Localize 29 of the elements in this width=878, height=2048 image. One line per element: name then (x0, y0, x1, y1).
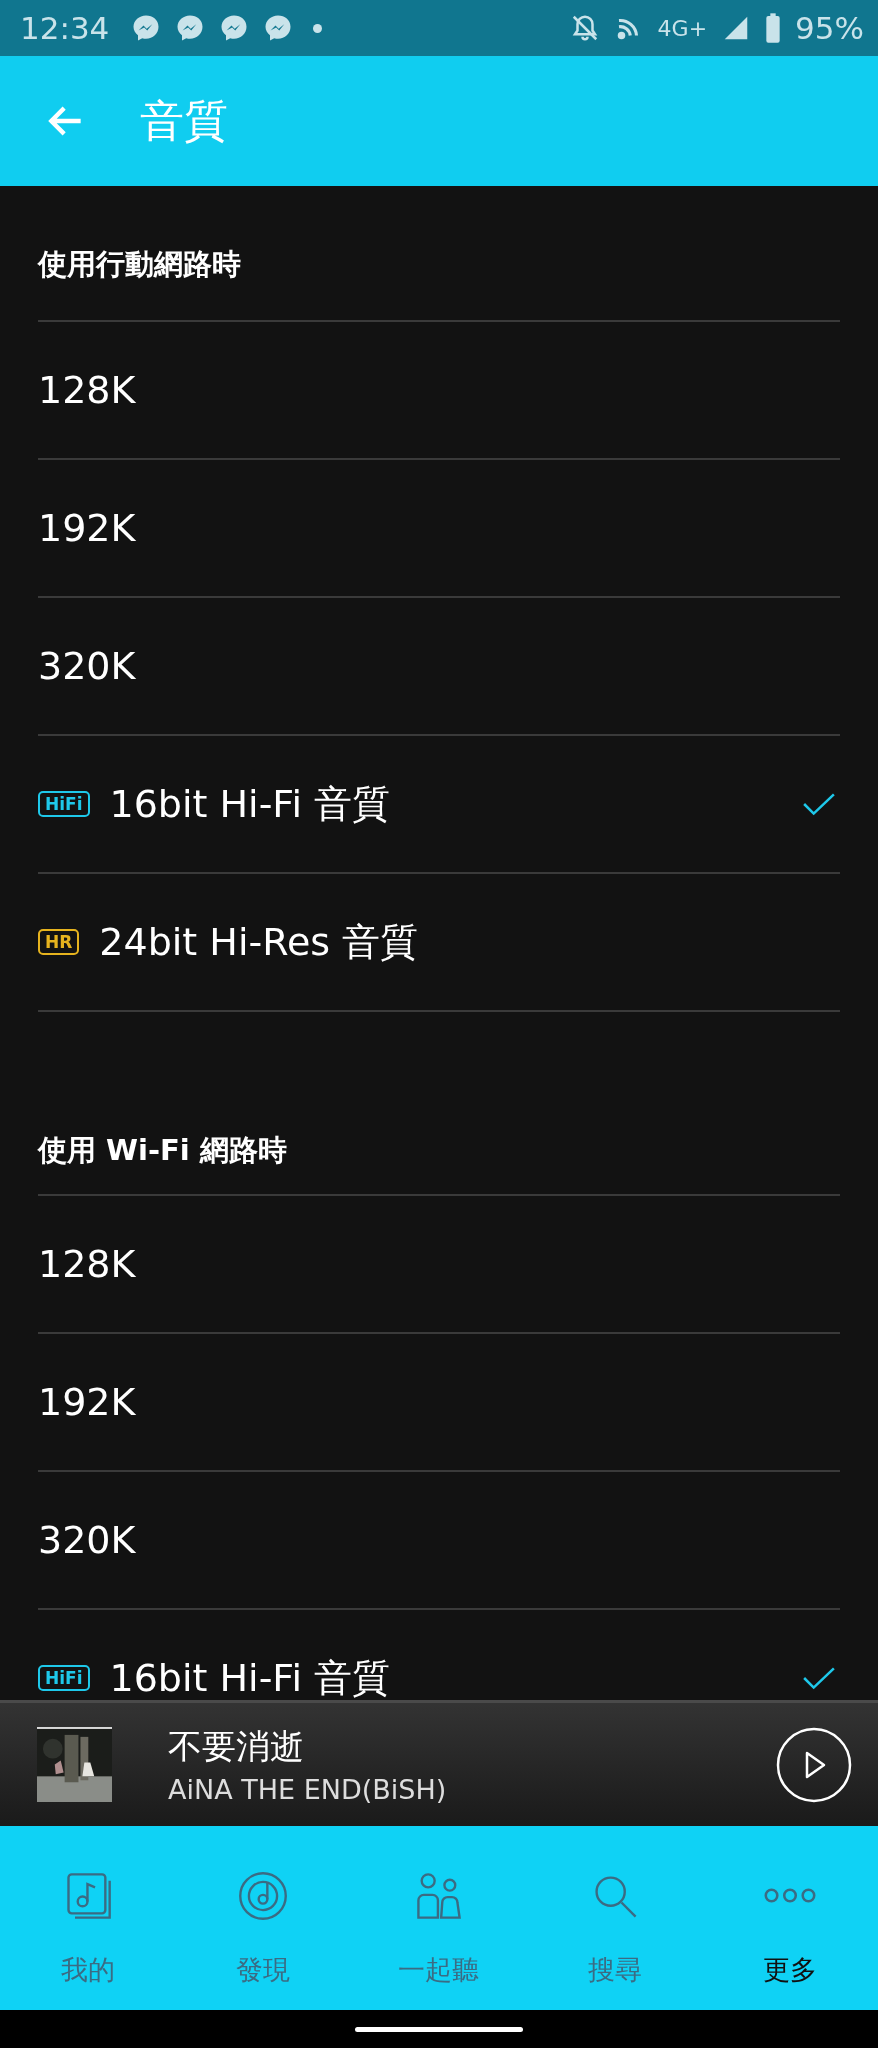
quality-option[interactable]: HiFi 16bit Hi-Fi 音質 (38, 736, 840, 874)
page-title: 音質 (140, 93, 228, 148)
check-icon (802, 1665, 836, 1691)
quality-badge: HiFi (38, 791, 90, 817)
record-icon (237, 1870, 290, 1922)
quality-option[interactable]: 320K (38, 598, 840, 736)
quality-option[interactable]: 128K (38, 322, 840, 460)
notification-dot-icon (313, 23, 323, 33)
play-button[interactable] (776, 1726, 852, 1803)
quality-option[interactable]: HR 24bit Hi-Res 音質 (38, 874, 840, 1012)
quality-option[interactable]: 192K (38, 1334, 840, 1472)
quality-badge: HiFi (38, 1665, 90, 1691)
more-icon (764, 1888, 817, 1903)
battery-icon (765, 12, 782, 44)
battery-percent: 95% (795, 10, 864, 46)
home-indicator[interactable] (355, 2026, 523, 2032)
nav-tab[interactable]: 更多 (702, 1826, 878, 2010)
clock-time: 12:34 (20, 10, 110, 46)
artist-name: AiNA THE END(BiSH) (168, 1774, 448, 1805)
quality-option[interactable]: 320K (38, 1472, 840, 1610)
quality-badge: HR (38, 929, 80, 955)
quality-option[interactable]: 128K (38, 1196, 840, 1334)
song-title: 不要消逝 (168, 1725, 305, 1768)
section-heading: 使用 Wi-Fi 網路時 (38, 1012, 840, 1196)
mini-player[interactable]: 不要消逝 AiNA THE END(BiSH) (0, 1700, 878, 1826)
quality-option[interactable]: 192K (38, 460, 840, 598)
section-heading: 使用行動網路時 (38, 186, 840, 322)
network-type: 4G+ (657, 15, 708, 41)
check-icon (802, 791, 836, 817)
